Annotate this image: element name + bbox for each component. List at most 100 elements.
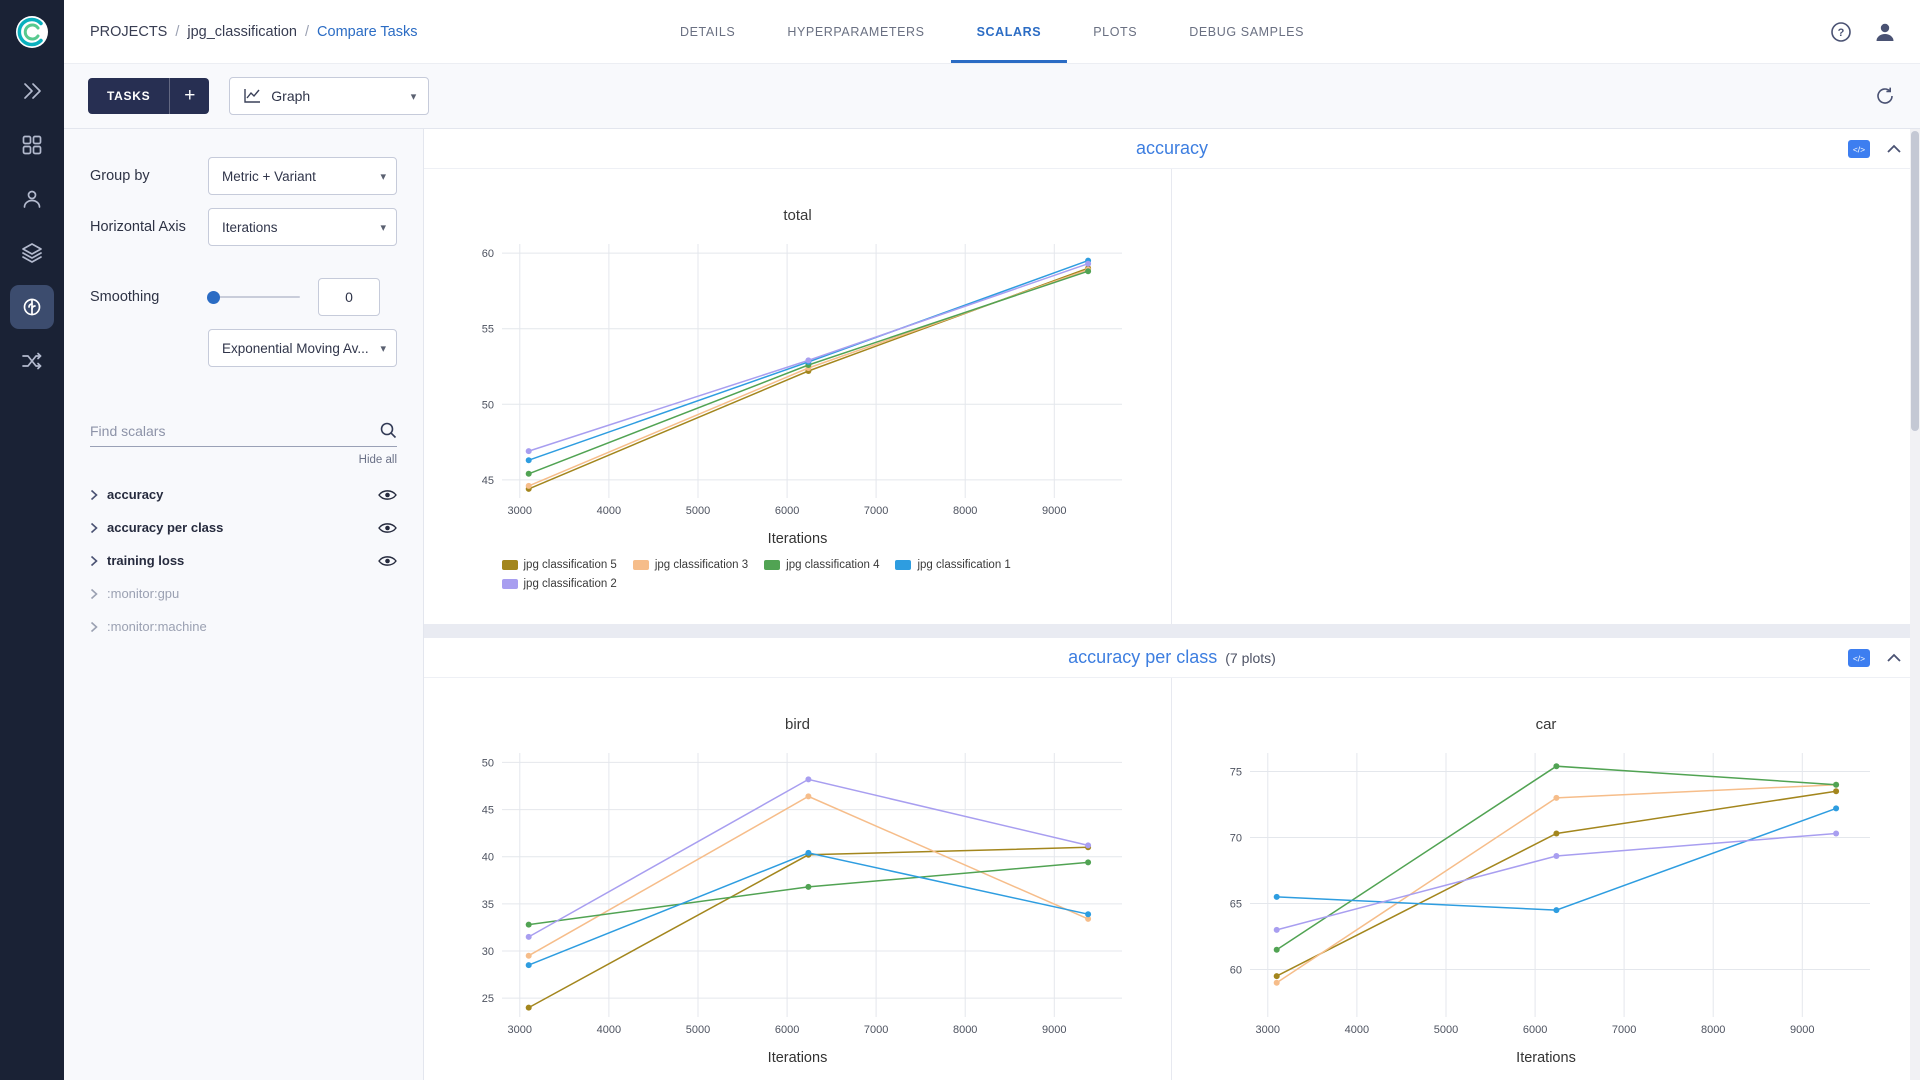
eye-icon[interactable] (378, 522, 397, 534)
breadcrumb-project[interactable]: jpg_classification (187, 24, 297, 40)
scalar-row-monitor-machine[interactable]: :monitor:machine (90, 610, 397, 643)
smoothing-type-value: Exponential Moving Av... (222, 340, 369, 356)
breadcrumb-projects[interactable]: PROJECTS (90, 24, 167, 40)
projects-icon[interactable] (10, 123, 54, 167)
user-avatar[interactable] (1872, 19, 1898, 45)
tab-hyperparameters[interactable]: HYPERPARAMETERS (761, 0, 950, 63)
svg-text:9000: 9000 (1042, 505, 1066, 517)
legend-item[interactable]: jpg classification 1 (895, 559, 1011, 571)
hide-all-link[interactable]: Hide all (90, 454, 397, 466)
tab-details[interactable]: DETAILS (654, 0, 761, 63)
horizontal-axis-dropdown[interactable]: Iterations ▾ (208, 208, 397, 246)
svg-text:50: 50 (481, 399, 493, 411)
eye-icon[interactable] (378, 555, 397, 567)
embed-code-icon[interactable]: </> (1848, 648, 1870, 667)
pipelines-icon[interactable] (10, 339, 54, 383)
auto-refresh-icon[interactable] (1874, 85, 1896, 107)
chart-title: total (783, 207, 812, 224)
scalar-label: :monitor:gpu (107, 586, 180, 601)
chevron-right-icon (90, 489, 98, 501)
tab-debug-samples[interactable]: DEBUG SAMPLES (1163, 0, 1330, 63)
smoothing-slider[interactable] (207, 290, 300, 304)
smoothing-label: Smoothing (90, 289, 160, 305)
scalar-row-accuracy[interactable]: accuracy (90, 478, 397, 511)
top-bar: PROJECTS / jpg_classification / Compare … (64, 0, 1920, 64)
svg-text:3000: 3000 (507, 1024, 531, 1036)
svg-text:6000: 6000 (1523, 1024, 1547, 1036)
vertical-scrollbar[interactable] (1910, 129, 1920, 1080)
legend-swatch (764, 560, 781, 570)
tab-plots[interactable]: PLOTS (1067, 0, 1163, 63)
section-title: accuracy (1135, 138, 1209, 158)
eye-icon[interactable] (378, 489, 397, 501)
tasks-button[interactable]: TASKS (88, 78, 170, 114)
collapse-section-icon[interactable] (1886, 653, 1902, 663)
smoothing-slider-knob[interactable] (207, 290, 220, 304)
getting-started-icon[interactable] (10, 69, 54, 113)
svg-text:</>: </> (1853, 653, 1865, 663)
legend-swatch (501, 560, 518, 570)
experiments-icon[interactable] (10, 285, 54, 329)
chevron-right-icon (90, 588, 98, 600)
svg-text:70: 70 (1230, 833, 1242, 845)
line-chart-total[interactable]: 3000 4000 5000 6000 7000 8000 9000 45 50 55 60 (458, 234, 1138, 529)
chevron-down-icon: ▾ (380, 221, 386, 234)
line-chart-bird[interactable]: 3000 4000 5000 6000 7000 8000 9000 25 30 35 40 45 50 (458, 743, 1138, 1048)
scalars-settings-panel: Group by Metric + Variant ▾ Horizontal A… (64, 129, 424, 1080)
smoothing-value-input[interactable] (318, 278, 380, 316)
scalar-list: accuracy accuracy per class training los… (90, 478, 397, 643)
scrollbar-thumb[interactable] (1911, 131, 1919, 431)
section-accuracy-per-class-header: accuracy per class (7 plots) </> (424, 638, 1920, 678)
scalar-label: accuracy (107, 487, 164, 502)
smoothing-type-dropdown[interactable]: Exponential Moving Av... ▾ (208, 329, 397, 367)
tab-scalars[interactable]: SCALARS (950, 0, 1068, 63)
embed-code-icon[interactable]: </> (1848, 139, 1870, 158)
svg-text:8000: 8000 (1701, 1024, 1725, 1036)
svg-text:9000: 9000 (1042, 1024, 1066, 1036)
legend-item[interactable]: jpg classification 2 (501, 578, 617, 590)
chart-x-axis-label: Iterations (1516, 1050, 1576, 1066)
scalar-row-training-loss[interactable]: training loss (90, 544, 397, 577)
svg-text:</>: </> (1853, 144, 1865, 154)
line-chart-car[interactable]: 3000 4000 5000 6000 7000 8000 9000 60 65 70 75 (1206, 743, 1886, 1048)
help-icon[interactable]: ? (1830, 21, 1852, 43)
section-accuracy-header: accuracy </> (424, 129, 1920, 169)
workers-icon[interactable] (10, 177, 54, 221)
clearml-logo[interactable] (0, 0, 64, 64)
legend-swatch (632, 560, 649, 570)
legend-label: jpg classification 5 (523, 559, 617, 571)
svg-text:50: 50 (481, 757, 493, 769)
svg-text:7000: 7000 (1612, 1024, 1636, 1036)
add-task-button[interactable]: + (169, 78, 210, 114)
chart-title: bird (784, 716, 810, 733)
legend-item[interactable]: jpg classification 5 (501, 559, 617, 571)
svg-text:4000: 4000 (596, 1024, 620, 1036)
group-by-value: Metric + Variant (222, 168, 316, 184)
search-icon[interactable] (379, 421, 397, 444)
svg-text:5000: 5000 (685, 1024, 709, 1036)
svg-text:8000: 8000 (952, 1024, 976, 1036)
collapse-section-icon[interactable] (1886, 144, 1902, 154)
svg-text:60: 60 (1230, 965, 1242, 977)
chevron-right-icon (90, 621, 98, 633)
svg-text:65: 65 (1230, 899, 1242, 911)
chart-x-axis-label: Iterations (767, 531, 828, 547)
datasets-icon[interactable] (10, 231, 54, 275)
svg-text:45: 45 (481, 805, 493, 817)
svg-text:40: 40 (481, 852, 493, 864)
chevron-down-icon: ▾ (410, 90, 417, 103)
legend-item[interactable]: jpg classification 3 (632, 559, 748, 571)
section-subtitle: (7 plots) (1225, 649, 1276, 666)
scalar-row-accuracy-per-class[interactable]: accuracy per class (90, 511, 397, 544)
group-by-dropdown[interactable]: Metric + Variant ▾ (208, 157, 397, 195)
chart-cell-total: total 3000 4000 5000 6000 7000 8000 9000 45 50 55… (424, 169, 1172, 624)
chevron-right-icon (90, 555, 98, 567)
scalar-row-monitor-gpu[interactable]: :monitor:gpu (90, 577, 397, 610)
view-type-dropdown[interactable]: Graph ▾ (229, 77, 430, 115)
svg-text:75: 75 (1230, 767, 1242, 779)
legend-item[interactable]: jpg classification 4 (764, 559, 879, 571)
find-scalars-input[interactable] (90, 415, 397, 447)
breadcrumb-separator: / (305, 23, 310, 40)
left-nav-rail (0, 0, 64, 1080)
svg-text:30: 30 (481, 946, 493, 958)
